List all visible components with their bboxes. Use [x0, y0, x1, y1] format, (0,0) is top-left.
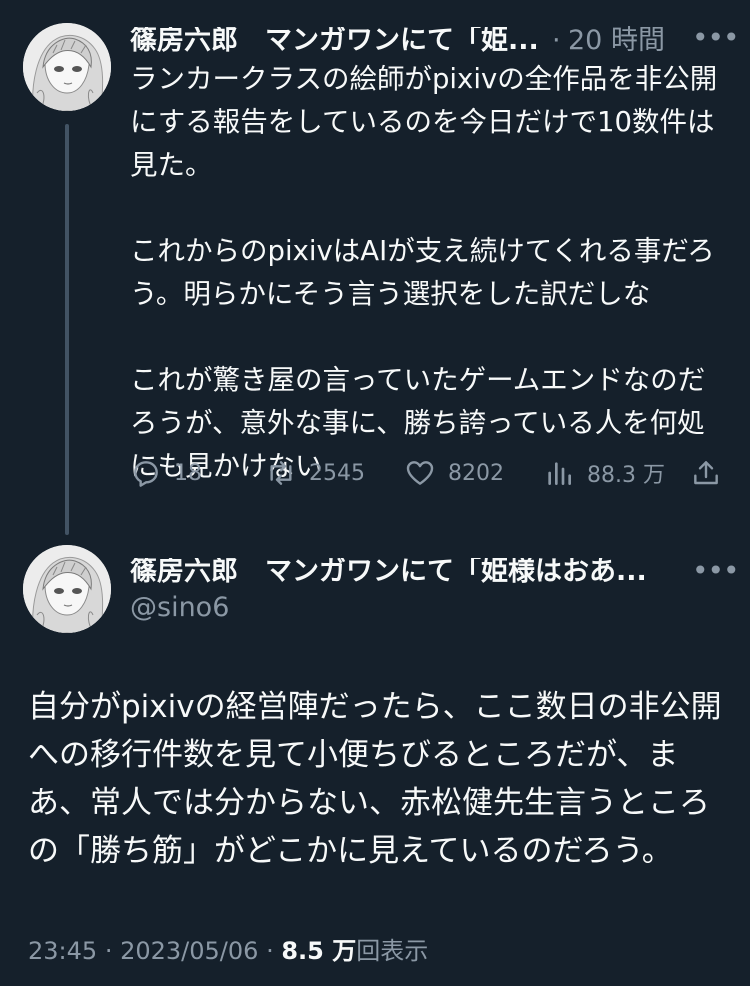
heart-icon	[406, 461, 434, 485]
reply-paragraph: ランカークラスの絵師がpixivの全作品を非公開にする報告をしているのを今日だけ…	[130, 63, 718, 181]
like-count: 8202	[448, 460, 504, 486]
bar-chart-icon	[548, 462, 571, 485]
views-count: 88.3 万	[587, 463, 665, 488]
tweet-views-label: 回表示	[356, 937, 429, 965]
main-author-avatar[interactable]	[23, 545, 111, 633]
like-button[interactable]: 8202	[404, 457, 504, 489]
reply-author-name[interactable]: 篠房六郎 マンガワンにて「姫...	[130, 27, 548, 54]
main-tweet-text: 自分がpixivの経営陣だったら、ここ数日の非公開への移行件数を見て小便ちびると…	[28, 689, 722, 869]
more-horizontal-icon[interactable]: •••	[692, 24, 740, 52]
reply-action-bar: 18 2545 8202 88.3 万	[130, 457, 730, 497]
more-horizontal-icon[interactable]: •••	[692, 557, 740, 585]
reply-icon	[134, 461, 158, 487]
reply-timestamp[interactable]: 20 時間	[568, 27, 665, 54]
retweet-icon	[270, 461, 292, 485]
tweet-date[interactable]: 2023/05/06	[120, 937, 258, 965]
footer-separator: ·	[104, 937, 113, 965]
retweet-count: 2545	[309, 460, 365, 486]
share-icon	[694, 461, 718, 485]
retweet-button[interactable]: 2545	[265, 457, 365, 489]
tweet-footer: 23:45 · 2023/05/06 · 8.5 万回表示	[28, 931, 428, 966]
main-author-handle[interactable]: @sino6	[130, 594, 229, 621]
share-button[interactable]	[690, 457, 734, 489]
reply-button[interactable]: 18	[130, 457, 202, 489]
reply-meta-separator: ·	[552, 25, 561, 56]
views-button[interactable]: 88.3 万	[543, 457, 665, 489]
avatar-illustration	[23, 545, 111, 633]
tweet-time[interactable]: 23:45	[28, 937, 97, 965]
reply-paragraph: これからのpixivはAIが支え続けてくれる事だろう。明らかにそう言う選択をした…	[130, 235, 715, 310]
main-author-name[interactable]: 篠房六郎 マンガワンにて「姫様はおあ...	[130, 558, 670, 585]
footer-separator: ·	[266, 937, 274, 965]
reply-count: 18	[174, 460, 202, 486]
avatar-illustration	[23, 23, 111, 111]
reply-author-avatar[interactable]	[23, 23, 111, 111]
thread-connector-line	[65, 124, 69, 535]
tweet-views-count: 8.5 万	[281, 937, 357, 965]
reply-text: ランカークラスの絵師がpixivの全作品を非公開にする報告をしているのを今日だけ…	[130, 58, 730, 488]
